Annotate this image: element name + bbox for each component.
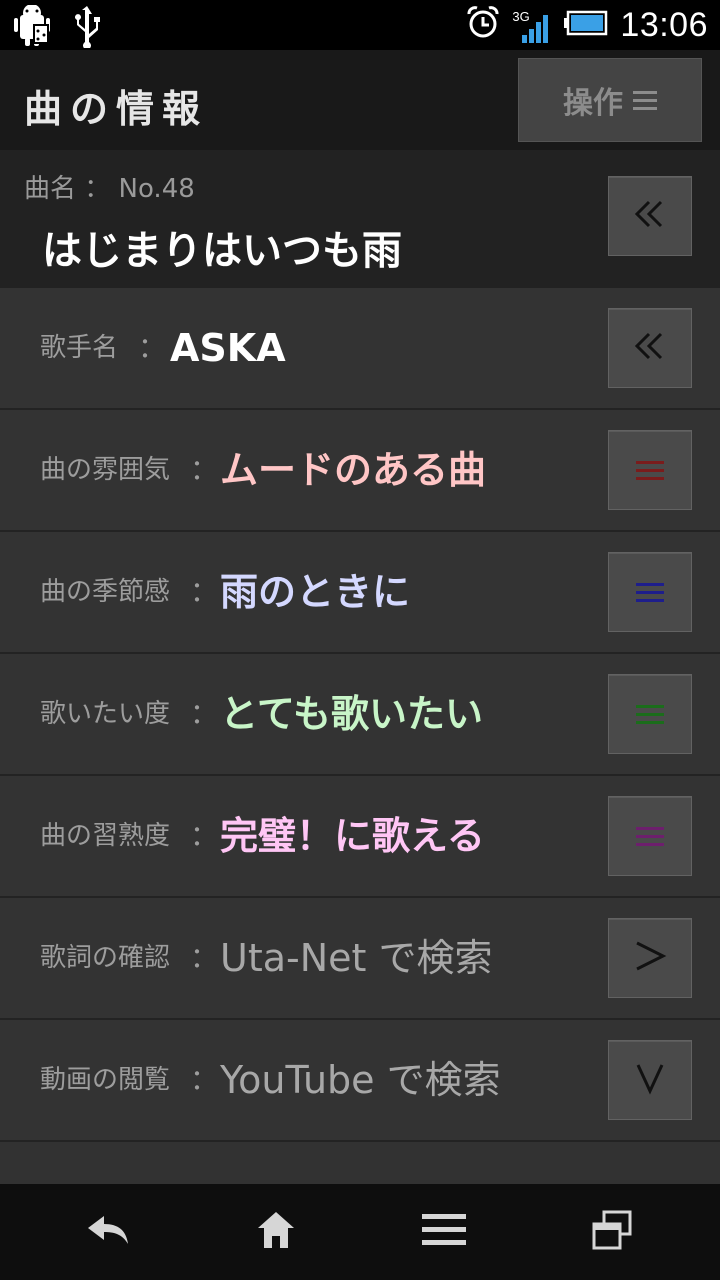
- row-label: 歌いたい度: [40, 699, 171, 729]
- clock: 13:06: [620, 5, 708, 44]
- chevron-right-icon: [633, 939, 667, 977]
- row-colon: ：: [190, 453, 219, 486]
- recent-apps-icon: [590, 1208, 634, 1256]
- menu-icon: [636, 826, 664, 846]
- row-colon: ：: [190, 819, 219, 852]
- proficiency-select-button[interactable]: [608, 796, 692, 876]
- menu-icon: [636, 704, 664, 724]
- season-select-button[interactable]: [608, 552, 692, 632]
- row-desire: 歌いたい度 ： とても歌いたい: [0, 654, 720, 776]
- lyrics-search-value: Uta-Net で検索: [220, 936, 493, 980]
- alarm-icon: [466, 6, 500, 44]
- page-title: 曲の情報: [24, 87, 209, 131]
- row-season: 曲の季節感 ： 雨のときに: [0, 532, 720, 654]
- home-button[interactable]: [236, 1202, 316, 1262]
- back-button[interactable]: [68, 1202, 148, 1262]
- android-debug-icon: [14, 4, 54, 51]
- row-label: 動画の閲覧: [40, 1065, 171, 1095]
- video-search-button[interactable]: [608, 1040, 692, 1120]
- operation-button[interactable]: 操作: [518, 58, 702, 142]
- chevron-down-icon: [633, 1061, 667, 1099]
- mood-value: ムードのある曲: [220, 448, 487, 492]
- status-bar: 3G 13:06: [0, 0, 720, 50]
- singer-action-button[interactable]: [608, 308, 692, 388]
- battery-icon: [564, 10, 608, 40]
- mood-select-button[interactable]: [608, 430, 692, 510]
- row-label: 歌手名: [40, 333, 119, 363]
- recent-apps-button[interactable]: [572, 1202, 652, 1262]
- song-title: はじまりはいつも雨: [42, 228, 402, 274]
- row-colon: ：: [190, 1063, 219, 1096]
- double-chevron-left-icon: [633, 331, 667, 365]
- usb-icon: [72, 4, 102, 52]
- lyrics-search-button[interactable]: [608, 918, 692, 998]
- menu-icon: [633, 90, 657, 110]
- home-icon: [254, 1208, 298, 1256]
- title-bar: 曲の情報 操作: [0, 50, 720, 150]
- menu-icon: [636, 582, 664, 602]
- row-colon: ：: [190, 941, 219, 974]
- menu-icon: [422, 1212, 466, 1252]
- row-lyrics: 歌詞の確認 ： Uta-Net で検索: [0, 898, 720, 1020]
- desire-value: とても歌いたい: [220, 692, 483, 736]
- proficiency-value: 完璧！に歌える: [220, 814, 485, 858]
- menu-button[interactable]: [404, 1202, 484, 1262]
- singer-value: ASKA: [170, 326, 286, 370]
- row-singer: 歌手名 ： ASKA: [0, 288, 720, 410]
- operation-button-label: 操作: [563, 86, 623, 121]
- back-icon: [84, 1210, 132, 1254]
- song-number-label: 曲名 ： No.48: [24, 174, 195, 204]
- row-label: 曲の季節感: [40, 577, 171, 607]
- row-video: 動画の閲覧 ： YouTube で検索: [0, 1020, 720, 1142]
- row-colon: ：: [138, 331, 167, 364]
- song-title-action-button[interactable]: [608, 176, 692, 256]
- double-chevron-left-icon: [633, 199, 667, 233]
- row-colon: ：: [190, 697, 219, 730]
- video-search-value: YouTube で検索: [220, 1058, 501, 1102]
- row-label: 歌詞の確認: [40, 943, 171, 973]
- menu-icon: [636, 460, 664, 480]
- song-title-section: 曲名 ： No.48 はじまりはいつも雨: [0, 150, 720, 288]
- row-label: 曲の習熟度: [40, 821, 171, 851]
- navigation-bar: [0, 1184, 720, 1280]
- signal-icon: 3G: [512, 3, 552, 47]
- row-label: 曲の雰囲気: [40, 455, 171, 485]
- season-value: 雨のときに: [220, 570, 411, 614]
- row-colon: ：: [190, 575, 219, 608]
- row-mood: 曲の雰囲気 ： ムードのある曲: [0, 410, 720, 532]
- desire-select-button[interactable]: [608, 674, 692, 754]
- row-proficiency: 曲の習熟度 ： 完璧！に歌える: [0, 776, 720, 898]
